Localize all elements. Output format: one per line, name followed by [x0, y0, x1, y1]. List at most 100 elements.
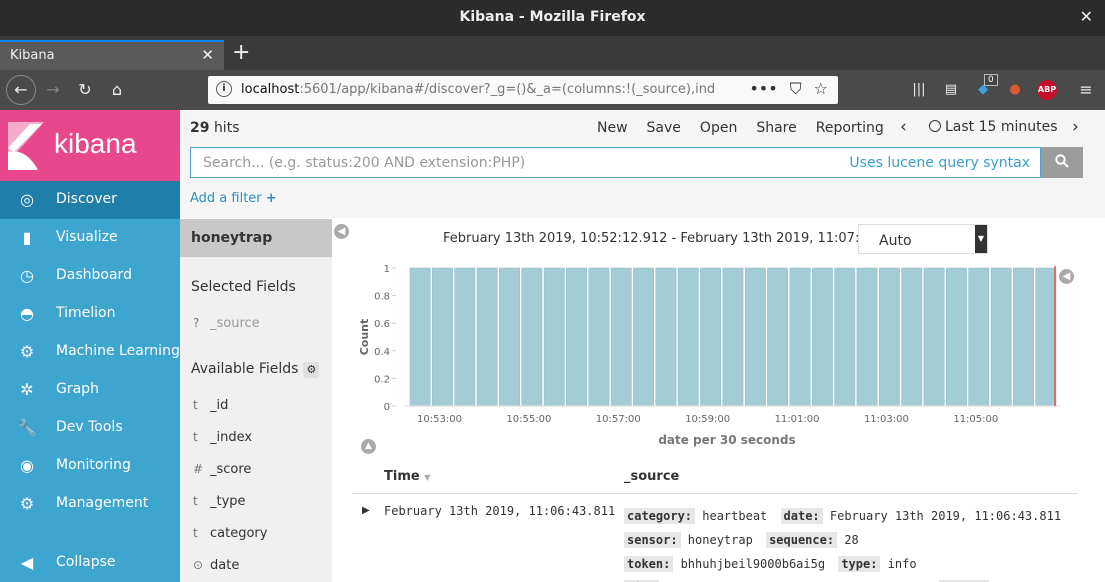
field-item-index[interactable]: t _index	[193, 430, 252, 445]
histogram-bar	[1013, 267, 1034, 407]
histogram-chart[interactable]: 0 0.2 0.4 0.6 0.8 1 Count 10:53:00 10:55:00 10:57…	[350, 258, 1070, 453]
field-name: _score	[210, 462, 252, 477]
sidebar-item-discover[interactable]: ◎ Discover	[0, 181, 180, 219]
histogram-bar	[588, 267, 610, 407]
reload-icon[interactable]: ↻	[72, 77, 98, 103]
tab-kibana[interactable]: Kibana ✕	[0, 40, 224, 70]
menu-share[interactable]: Share	[756, 120, 796, 136]
home-icon[interactable]: ⌂	[104, 77, 130, 103]
field-type-icon: ?	[193, 316, 200, 330]
site-info-icon[interactable]: i	[216, 81, 232, 97]
index-pattern-selector[interactable]: honeytrap	[180, 219, 332, 257]
compass-icon: ◎	[20, 190, 34, 209]
x-tick-label: 10:55:00	[506, 414, 551, 425]
collapse-icon: ◀	[20, 553, 34, 572]
expand-row-icon[interactable]: ▶	[362, 505, 370, 516]
search-input[interactable]: Search... (e.g. status:200 AND extension…	[190, 147, 1041, 178]
sidebar-item-dev-tools[interactable]: 🔧 Dev Tools	[0, 409, 180, 447]
histogram-bar	[566, 267, 587, 407]
source-field: date: February 13th 2019, 11:06:43.811	[780, 508, 1061, 524]
bar-chart-icon: ▮	[22, 228, 32, 247]
field-item-id[interactable]: t _id	[193, 398, 228, 413]
x-tick-label: 10:59:00	[685, 414, 730, 425]
extension-badge: 0	[984, 74, 998, 86]
histogram-bar	[811, 267, 833, 407]
clock-icon	[929, 120, 941, 132]
field-item-type[interactable]: t _type	[193, 494, 246, 509]
forward-arrow-icon[interactable]: →	[40, 77, 66, 103]
duckduckgo-icon[interactable]: ●	[1005, 80, 1025, 100]
hamburger-menu-icon[interactable]: ≡	[1076, 80, 1096, 100]
time-back-chevron-icon[interactable]: ‹	[900, 117, 907, 137]
menu-save[interactable]: Save	[647, 120, 681, 136]
top-menu: New Save Open Share Reporting	[597, 120, 903, 136]
sidebar-item-visualize[interactable]: ▮ Visualize	[0, 219, 180, 257]
x-tick-label: 11:03:00	[864, 414, 909, 425]
histogram-bar	[543, 267, 565, 407]
collapse-sidebar-icon[interactable]: ◀	[334, 224, 349, 239]
y-tick-label: 1	[384, 264, 390, 275]
sidebar-item-machine-learning[interactable]: ⚙ Machine Learning	[0, 333, 180, 371]
sidebar-item-management[interactable]: ⚙ Management	[0, 485, 180, 523]
sidebar-item-collapse[interactable]: ◀ Collapse	[0, 544, 180, 582]
histogram-bar	[744, 267, 766, 407]
selected-field-source[interactable]: ? _source	[193, 316, 260, 331]
lucene-syntax-link[interactable]: Uses lucene query syntax	[849, 155, 1030, 171]
sidebar-item-label: Machine Learning	[56, 343, 180, 359]
new-tab-icon[interactable]: +	[232, 40, 250, 65]
sidebar-item-graph[interactable]: ✲ Graph	[0, 371, 180, 409]
hits-counter: 29 hits	[190, 120, 239, 136]
sidebar-item-label: Discover	[56, 191, 117, 207]
table-row[interactable]: ▶ February 13th 2019, 11:06:43.811 categ…	[352, 500, 1078, 582]
histogram-bar	[476, 267, 498, 407]
sidebar-item-label: Dev Tools	[56, 419, 123, 435]
gear-icon[interactable]: ⚙	[303, 362, 320, 378]
y-tick-label: 0.6	[374, 319, 390, 330]
url-text[interactable]: localhost:5601/app/kibana#/discover?_g=(…	[241, 82, 741, 97]
field-item-score[interactable]: # _score	[193, 462, 251, 477]
sidebar-icon[interactable]: ▤	[941, 80, 961, 100]
time-column-label: Time	[384, 469, 420, 484]
sidebar-item-label: Graph	[56, 381, 99, 397]
address-bar[interactable]: i localhost:5601/app/kibana#/discover?_g…	[208, 76, 838, 104]
page-actions-icon[interactable]: •••	[749, 79, 777, 98]
histogram-bar	[990, 267, 1012, 407]
field-item-date[interactable]: ⊙ date	[193, 558, 239, 573]
search-button[interactable]	[1041, 147, 1083, 178]
chevron-down-icon: ▼	[975, 225, 987, 253]
pocket-icon[interactable]: ⛉	[790, 79, 802, 98]
collapse-chart-icon[interactable]: ▲	[361, 439, 376, 454]
adblock-plus-icon[interactable]: ABP	[1037, 80, 1057, 100]
field-name: _index	[210, 430, 253, 445]
menu-reporting[interactable]: Reporting	[816, 120, 884, 136]
time-forward-chevron-icon[interactable]: ›	[1072, 117, 1079, 137]
back-arrow-icon[interactable]: ←	[6, 75, 36, 105]
sidebar-item-dashboard[interactable]: ◷ Dashboard	[0, 257, 180, 295]
histogram-bar	[856, 267, 878, 407]
sidebar-item-timelion[interactable]: ◓ Timelion	[0, 295, 180, 333]
histogram-bar	[1035, 267, 1057, 407]
sidebar-item-monitoring[interactable]: ◉ Monitoring	[0, 447, 180, 485]
doc-table-header: Time ▼ _source	[352, 462, 1078, 494]
tab-close-icon[interactable]: ✕	[201, 46, 214, 64]
library-icon[interactable]: |||	[909, 80, 929, 100]
histogram-bar	[789, 267, 811, 407]
source-field-key: sensor:	[624, 532, 681, 548]
source-field-key: sequence:	[766, 532, 838, 548]
kibana-logo[interactable]: kibana	[0, 110, 180, 181]
field-item-category[interactable]: t category	[193, 526, 267, 541]
source-field-key: category:	[624, 508, 696, 524]
bookmark-star-icon[interactable]: ☆	[814, 79, 828, 98]
menu-new[interactable]: New	[597, 120, 628, 136]
source-field-value: heartbeat	[695, 509, 768, 523]
time-picker-button[interactable]: Last 15 minutes	[929, 119, 1058, 135]
sort-down-icon[interactable]: ▼	[424, 473, 430, 482]
time-column-header[interactable]: Time ▼	[384, 469, 430, 484]
menu-open[interactable]: Open	[700, 120, 737, 136]
field-type-icon: t	[193, 494, 198, 508]
add-filter-link[interactable]: Add a filter +	[190, 191, 277, 206]
field-type-icon: t	[193, 398, 198, 412]
interval-select[interactable]: Auto ▼	[858, 224, 988, 254]
window-close-icon[interactable]: ✕	[1080, 7, 1093, 26]
histogram-time-range: February 13th 2019, 10:52:12.912 - Febru…	[443, 231, 922, 246]
